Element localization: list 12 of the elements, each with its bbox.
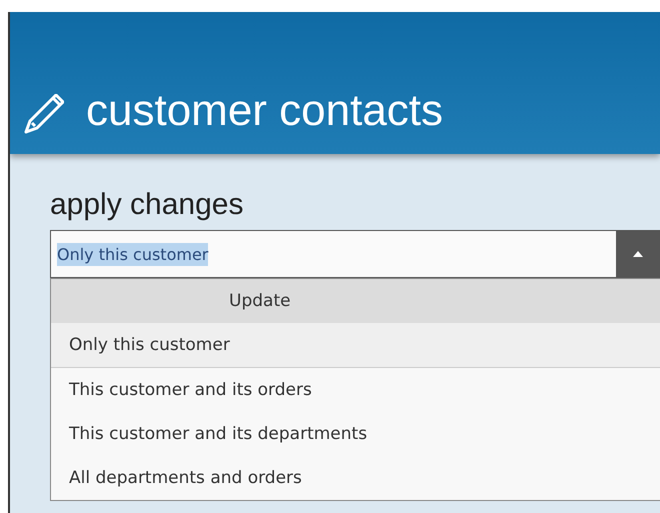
caret-icon — [633, 251, 643, 257]
dropdown-option[interactable]: This customer and its orders — [51, 368, 660, 412]
dropdown-option[interactable]: This customer and its departments — [51, 412, 660, 456]
combo-box[interactable]: Only this customer — [50, 230, 660, 278]
pencil-icon — [24, 94, 64, 134]
page-title: customer contacts — [86, 86, 444, 136]
dropdown-option[interactable]: All departments and orders — [51, 456, 660, 500]
dropdown-button[interactable] — [616, 230, 660, 278]
column-title: Update — [229, 291, 291, 311]
field-label: apply changes — [50, 188, 244, 222]
dropdown-option[interactable]: Only this customer — [51, 323, 660, 368]
combo-value: Only this customer — [57, 242, 208, 266]
